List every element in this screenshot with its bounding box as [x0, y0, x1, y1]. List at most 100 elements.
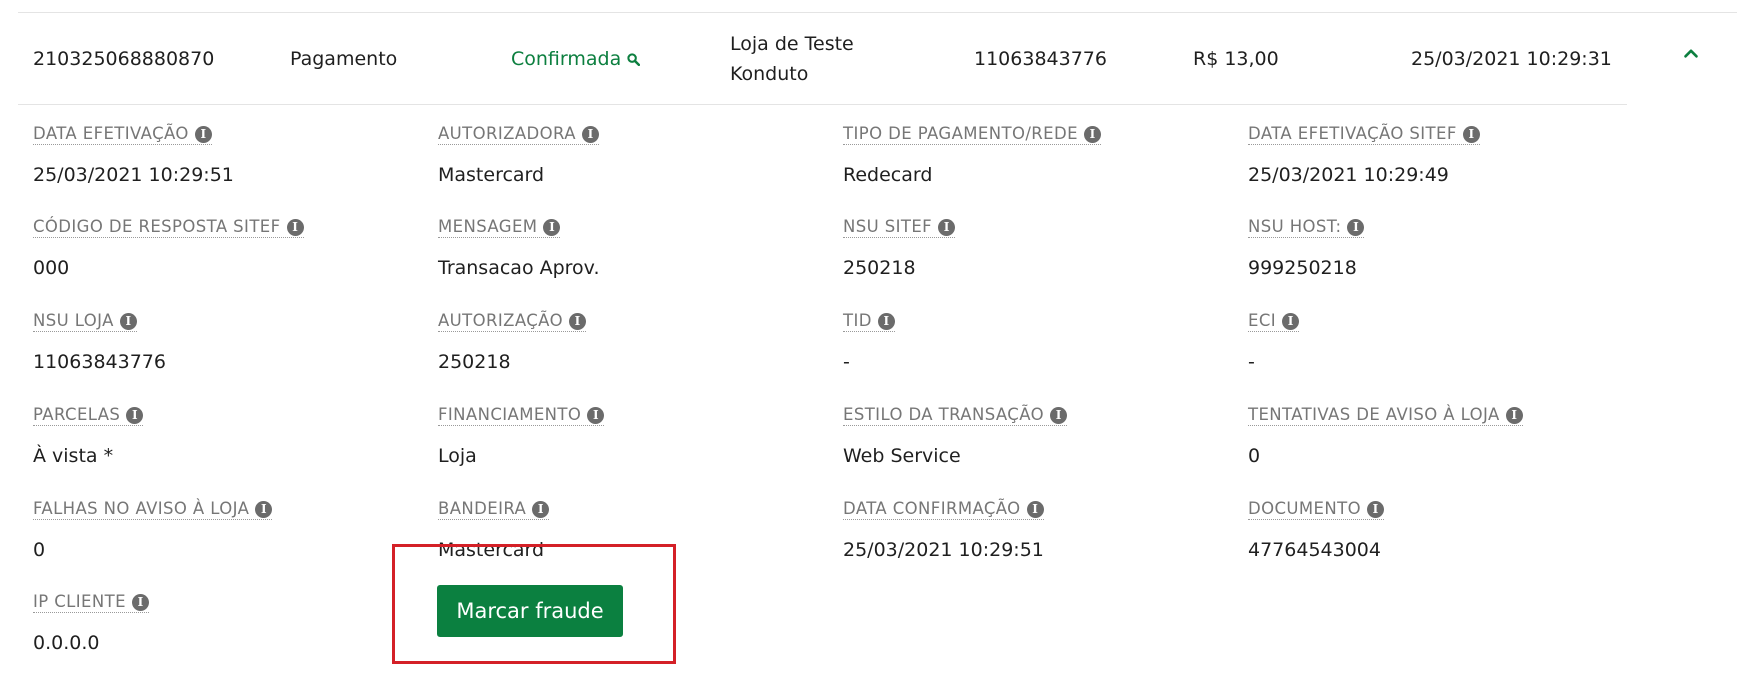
field-value: 250218: [843, 257, 916, 279]
field-label-text: DOCUMENTO: [1248, 499, 1361, 518]
chevron-up-icon[interactable]: [1680, 42, 1702, 64]
field-value: 47764543004: [1248, 539, 1381, 561]
field-tid: TID i -: [843, 311, 895, 374]
field-nsu-loja: NSU LOJA i 11063843776: [33, 311, 166, 374]
field-label: NSU SITEF i: [843, 217, 956, 238]
order-number: 11063843776: [974, 47, 1107, 70]
field-data-efetivacao-sitef: DATA EFETIVAÇÃO SITEF i 25/03/2021 10:29:4…: [1248, 124, 1480, 187]
field-value: Loja: [438, 445, 477, 467]
field-label-text: DATA CONFIRMAÇÃO: [843, 499, 1021, 518]
field-value: 0: [33, 539, 46, 561]
field-value: 25/03/2021 10:29:51: [843, 539, 1044, 561]
info-icon[interactable]: i: [1050, 407, 1068, 424]
field-label: TIPO DE PAGAMENTO/REDE i: [843, 124, 1101, 145]
field-value: 250218: [438, 351, 511, 373]
field-label-text: PARCELAS: [33, 405, 121, 424]
store-name: Loja de Teste Konduto: [730, 13, 854, 104]
info-icon[interactable]: i: [255, 501, 273, 518]
info-icon[interactable]: i: [131, 594, 149, 611]
info-icon[interactable]: i: [286, 219, 304, 236]
field-label-text: AUTORIZADORA: [438, 124, 576, 143]
field-value: Redecard: [843, 164, 933, 186]
field-label: DATA CONFIRMAÇÃO i: [843, 499, 1044, 520]
info-icon[interactable]: i: [194, 126, 212, 143]
field-value: Mastercard: [438, 164, 545, 186]
field-label: DATA EFETIVAÇÃO i: [33, 124, 212, 145]
field-label: AUTORIZADORA i: [438, 124, 599, 145]
field-label-text: NSU LOJA: [33, 311, 114, 330]
field-estilo-da-transacao: ESTILO DA TRANSAÇÃO i Web Service: [843, 405, 1068, 468]
field-codigo-de-resposta-sitef: CÓDIGO DE RESPOSTA SITEF i 000: [33, 217, 304, 280]
field-label: FINANCIAMENTO i: [438, 405, 605, 426]
field-label: FALHAS NO AVISO À LOJA i: [33, 499, 273, 520]
row-divider: [18, 104, 1627, 105]
info-icon[interactable]: i: [1366, 501, 1384, 518]
store-name-line1: Loja de Teste: [730, 32, 854, 55]
transaction-amount: R$ 13,00: [1193, 47, 1279, 70]
field-label: TENTATIVAS DE AVISO À LOJA i: [1248, 405, 1523, 426]
field-label-text: DATA EFETIVAÇÃO: [33, 124, 189, 143]
info-icon[interactable]: i: [587, 407, 605, 424]
field-label: TID i: [843, 311, 895, 332]
info-icon[interactable]: i: [1083, 126, 1101, 143]
field-value: -: [843, 351, 850, 373]
info-icon[interactable]: i: [877, 313, 895, 330]
field-label-text: AUTORIZAÇÃO: [438, 311, 563, 330]
field-label-text: BANDEIRA: [438, 499, 527, 518]
highlight-box: [392, 544, 676, 664]
transaction-datetime: 25/03/2021 10:29:31: [1411, 47, 1612, 70]
field-label-text: TID: [843, 311, 872, 330]
field-label-text: ESTILO DA TRANSAÇÃO: [843, 405, 1045, 424]
field-autorizadora: AUTORIZADORA i Mastercard: [438, 124, 599, 187]
info-icon[interactable]: i: [126, 407, 144, 424]
field-nsu-sitef: NSU SITEF i 250218: [843, 217, 956, 280]
field-ip-cliente: IP CLIENTE i 0.0.0.0: [33, 592, 149, 655]
info-icon[interactable]: i: [1026, 501, 1044, 518]
field-value: 999250218: [1248, 257, 1357, 279]
field-tentativas-de-aviso-a-loja: TENTATIVAS DE AVISO À LOJA i 0: [1248, 405, 1523, 468]
field-label: PARCELAS i: [33, 405, 144, 426]
field-label: DOCUMENTO i: [1248, 499, 1384, 520]
field-label-text: CÓDIGO DE RESPOSTA SITEF: [33, 217, 281, 236]
field-label: ESTILO DA TRANSAÇÃO i: [843, 405, 1068, 426]
transaction-type: Pagamento: [290, 47, 398, 70]
transaction-summary-row[interactable]: 210325068880870 Pagamento Confirmada Loj…: [0, 13, 1737, 104]
info-icon[interactable]: i: [543, 219, 561, 236]
info-icon[interactable]: i: [568, 313, 586, 330]
field-data-efetivacao: DATA EFETIVAÇÃO i 25/03/2021 10:29:51: [33, 124, 234, 187]
store-name-line2: Konduto: [730, 62, 809, 85]
field-label: MENSAGEM i: [438, 217, 561, 238]
info-icon[interactable]: i: [938, 219, 956, 236]
field-label-text: FINANCIAMENTO: [438, 405, 582, 424]
field-label-text: ECI: [1248, 311, 1277, 330]
info-icon[interactable]: i: [1462, 126, 1480, 143]
field-value: 000: [33, 257, 70, 279]
field-value: À vista *: [33, 445, 114, 467]
field-eci: ECI i -: [1248, 311, 1300, 374]
field-label: DATA EFETIVAÇÃO SITEF i: [1248, 124, 1480, 145]
search-icon[interactable]: [627, 53, 641, 66]
info-icon[interactable]: i: [581, 126, 599, 143]
field-value: 25/03/2021 10:29:51: [33, 164, 234, 186]
field-label-text: MENSAGEM: [438, 217, 538, 236]
transaction-id: 210325068880870: [33, 47, 215, 70]
info-icon[interactable]: i: [119, 313, 137, 330]
field-label: AUTORIZAÇÃO i: [438, 311, 586, 332]
field-label: NSU HOST: i: [1248, 217, 1365, 238]
info-icon[interactable]: i: [532, 501, 550, 518]
info-icon[interactable]: i: [1347, 219, 1365, 236]
info-icon[interactable]: i: [1282, 313, 1300, 330]
field-label-text: NSU HOST:: [1248, 217, 1342, 236]
field-value: 11063843776: [33, 351, 166, 373]
field-tipo-de-pagamento-rede: TIPO DE PAGAMENTO/REDE i Redecard: [843, 124, 1101, 187]
field-autorizacao: AUTORIZAÇÃO i 250218: [438, 311, 586, 374]
transaction-status[interactable]: Confirmada: [511, 13, 641, 104]
field-value: 25/03/2021 10:29:49: [1248, 164, 1449, 186]
field-label-text: NSU SITEF: [843, 217, 933, 236]
field-label-text: DATA EFETIVAÇÃO SITEF: [1248, 124, 1457, 143]
field-label: ECI i: [1248, 311, 1300, 332]
field-financiamento: FINANCIAMENTO i Loja: [438, 405, 605, 468]
field-label-text: FALHAS NO AVISO À LOJA: [33, 499, 250, 518]
field-nsu-host: NSU HOST: i 999250218: [1248, 217, 1365, 280]
info-icon[interactable]: i: [1505, 407, 1523, 424]
